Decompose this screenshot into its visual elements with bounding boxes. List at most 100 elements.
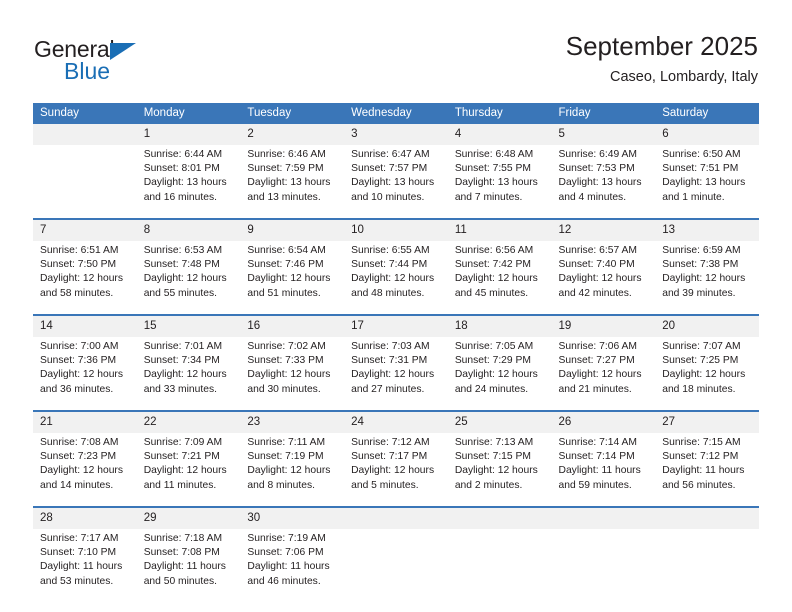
day-number-cell[interactable]: 21 xyxy=(33,412,137,433)
day-info-cell[interactable]: Sunrise: 7:01 AM Sunset: 7:34 PM Daylight:… xyxy=(137,337,241,410)
day-number-cell[interactable]: 25 xyxy=(447,412,552,433)
day-number-cell[interactable]: 30 xyxy=(240,508,345,529)
day-info-cell[interactable]: Sunrise: 7:14 AM Sunset: 7:14 PM Daylight:… xyxy=(552,433,656,506)
day-sunrise-text: Sunrise: 7:00 AM xyxy=(40,341,119,352)
day-number-cell[interactable]: 2 xyxy=(240,124,345,145)
day-number-cell[interactable] xyxy=(551,508,656,529)
day-info-cell[interactable]: Sunrise: 6:46 AM Sunset: 7:59 PM Daylight:… xyxy=(240,145,344,218)
day-sunrise-text: Sunrise: 6:44 AM xyxy=(143,149,223,160)
day-number-cell[interactable]: 20 xyxy=(655,316,759,337)
day-sunset-text: Sunset: 7:14 PM xyxy=(558,451,635,463)
day-info-cell[interactable]: Sunrise: 7:12 AM Sunset: 7:17 PM Daylight:… xyxy=(344,433,448,506)
day-number-cell[interactable] xyxy=(33,124,137,145)
day-sunset-text: Sunset: 7:48 PM xyxy=(143,259,220,271)
day-info-cell[interactable]: Sunrise: 6:49 AM Sunset: 7:53 PM Daylight:… xyxy=(552,145,656,218)
day-info-cell[interactable]: Sunrise: 7:09 AM Sunset: 7:21 PM Daylight:… xyxy=(137,433,241,506)
day-info-cell[interactable]: Sunrise: 7:08 AM Sunset: 7:23 PM Daylight:… xyxy=(33,433,137,506)
calendar-header-row: Sunday Monday Tuesday Wednesday Thursday… xyxy=(33,103,759,124)
day-info-cell[interactable]: Sunrise: 6:55 AM Sunset: 7:44 PM Daylight:… xyxy=(344,241,448,314)
day-daylight-line1-text: Daylight: 12 hours xyxy=(662,369,746,381)
weekday-header-tuesday: Tuesday xyxy=(240,103,345,124)
day-number-cell[interactable]: 1 xyxy=(136,124,241,145)
day-info-cell[interactable]: Sunrise: 7:17 AM Sunset: 7:10 PM Daylight:… xyxy=(33,529,137,602)
day-info-cell[interactable]: Sunrise: 6:56 AM Sunset: 7:42 PM Daylight:… xyxy=(448,241,552,314)
day-info-cell[interactable]: Sunrise: 6:54 AM Sunset: 7:46 PM Daylight:… xyxy=(240,241,344,314)
day-number-cell[interactable]: 28 xyxy=(33,508,137,529)
day-number-cell[interactable]: 10 xyxy=(344,220,448,241)
day-number-cell[interactable]: 19 xyxy=(551,316,656,337)
day-info-cell[interactable] xyxy=(552,529,656,602)
day-number-cell[interactable]: 11 xyxy=(447,220,552,241)
day-sunrise-text: Sunrise: 6:54 AM xyxy=(247,245,326,256)
day-number-cell[interactable] xyxy=(344,508,448,529)
day-info-cell[interactable]: Sunrise: 7:02 AM Sunset: 7:33 PM Daylight:… xyxy=(240,337,344,410)
day-number-cell[interactable]: 16 xyxy=(240,316,345,337)
day-number-cell[interactable]: 23 xyxy=(240,412,345,433)
day-sunset-text: Sunset: 7:25 PM xyxy=(662,355,739,367)
day-number-cell[interactable]: 14 xyxy=(33,316,137,337)
day-number-cell[interactable]: 13 xyxy=(655,220,759,241)
day-number-cell[interactable]: 17 xyxy=(344,316,448,337)
day-daylight-line1-text: Daylight: 12 hours xyxy=(143,273,227,285)
day-daylight-line2-text: and 51 minutes. xyxy=(247,287,321,299)
day-daylight-line1-text: Daylight: 12 hours xyxy=(351,465,435,477)
weekday-header-thursday: Thursday xyxy=(447,103,552,124)
day-number-cell[interactable]: 9 xyxy=(240,220,345,241)
day-info-cell[interactable]: Sunrise: 6:51 AM Sunset: 7:50 PM Daylight:… xyxy=(33,241,137,314)
day-number-cell[interactable]: 18 xyxy=(447,316,552,337)
day-number-cell[interactable]: 12 xyxy=(551,220,656,241)
day-daylight-line1-text: Daylight: 13 hours xyxy=(558,177,642,189)
day-info-cell[interactable] xyxy=(33,145,137,218)
general-blue-logo: General Blue xyxy=(34,36,214,86)
day-info-cell[interactable]: Sunrise: 6:44 AM Sunset: 8:01 PM Daylight:… xyxy=(137,145,241,218)
day-info-cell[interactable] xyxy=(344,529,448,602)
day-number-cell[interactable]: 15 xyxy=(136,316,241,337)
day-number-cell[interactable] xyxy=(655,508,759,529)
day-number-cell[interactable]: 22 xyxy=(136,412,241,433)
day-info-cell[interactable]: Sunrise: 7:19 AM Sunset: 7:06 PM Daylight:… xyxy=(240,529,344,602)
day-info-cell[interactable]: Sunrise: 6:57 AM Sunset: 7:40 PM Daylight:… xyxy=(552,241,656,314)
day-sunset-text: Sunset: 7:15 PM xyxy=(454,451,531,463)
day-sunrise-text: Sunrise: 6:51 AM xyxy=(40,245,119,256)
day-sunset-text: Sunset: 7:34 PM xyxy=(143,355,220,367)
day-info-cell[interactable]: Sunrise: 7:03 AM Sunset: 7:31 PM Daylight:… xyxy=(344,337,448,410)
day-daylight-line1-text: Daylight: 12 hours xyxy=(40,465,123,477)
day-info-cell[interactable]: Sunrise: 7:00 AM Sunset: 7:36 PM Daylight:… xyxy=(33,337,137,410)
day-number-cell[interactable]: 24 xyxy=(344,412,448,433)
day-info-cell[interactable]: Sunrise: 7:11 AM Sunset: 7:19 PM Daylight:… xyxy=(240,433,344,506)
day-sunrise-text: Sunrise: 7:13 AM xyxy=(454,437,534,448)
day-sunset-text: Sunset: 7:19 PM xyxy=(247,451,324,463)
day-info-cell[interactable]: Sunrise: 7:06 AM Sunset: 7:27 PM Daylight:… xyxy=(552,337,656,410)
day-daylight-line1-text: Daylight: 12 hours xyxy=(454,369,538,381)
day-daylight-line2-text: and 50 minutes. xyxy=(143,575,217,587)
day-number-cell[interactable]: 3 xyxy=(344,124,448,145)
day-info-cell[interactable]: Sunrise: 6:50 AM Sunset: 7:51 PM Daylight:… xyxy=(655,145,759,218)
day-info-cell[interactable] xyxy=(655,529,759,602)
day-info-cell[interactable]: Sunrise: 6:48 AM Sunset: 7:55 PM Daylight:… xyxy=(448,145,552,218)
day-daylight-line2-text: and 16 minutes. xyxy=(143,191,217,203)
day-info-cell[interactable]: Sunrise: 7:13 AM Sunset: 7:15 PM Daylight:… xyxy=(448,433,552,506)
day-number-cell[interactable]: 4 xyxy=(447,124,552,145)
day-sunset-text: Sunset: 7:27 PM xyxy=(558,355,635,367)
day-info-cell[interactable]: Sunrise: 7:15 AM Sunset: 7:12 PM Daylight:… xyxy=(655,433,759,506)
day-number-cell[interactable]: 27 xyxy=(655,412,759,433)
day-info-cell[interactable]: Sunrise: 6:53 AM Sunset: 7:48 PM Daylight:… xyxy=(137,241,241,314)
logo-triangle-icon xyxy=(110,43,136,60)
day-number-cell[interactable]: 7 xyxy=(33,220,137,241)
day-info-cell[interactable]: Sunrise: 7:07 AM Sunset: 7:25 PM Daylight:… xyxy=(655,337,759,410)
day-number-cell[interactable]: 5 xyxy=(551,124,656,145)
day-info-cell[interactable]: Sunrise: 6:59 AM Sunset: 7:38 PM Daylight:… xyxy=(655,241,759,314)
day-info-cell[interactable] xyxy=(448,529,552,602)
day-number-cell[interactable]: 8 xyxy=(136,220,241,241)
calendar-page: General Blue September 2025 Caseo, Lomba… xyxy=(0,0,792,612)
day-info-cell[interactable]: Sunrise: 7:05 AM Sunset: 7:29 PM Daylight:… xyxy=(448,337,552,410)
day-daylight-line1-text: Daylight: 13 hours xyxy=(351,177,435,189)
day-info-cell[interactable]: Sunrise: 6:47 AM Sunset: 7:57 PM Daylight:… xyxy=(344,145,448,218)
day-info-cell[interactable]: Sunrise: 7:18 AM Sunset: 7:08 PM Daylight:… xyxy=(137,529,241,602)
day-sunset-text: Sunset: 7:42 PM xyxy=(454,259,531,271)
calendar-body: 1 2 3 4 5 6 Sunrise: 6:44 AM Sunset: 8:01 PM Day… xyxy=(33,124,759,602)
day-number-cell[interactable]: 29 xyxy=(136,508,241,529)
day-number-cell[interactable] xyxy=(447,508,552,529)
day-number-cell[interactable]: 6 xyxy=(655,124,759,145)
day-number-cell[interactable]: 26 xyxy=(551,412,656,433)
